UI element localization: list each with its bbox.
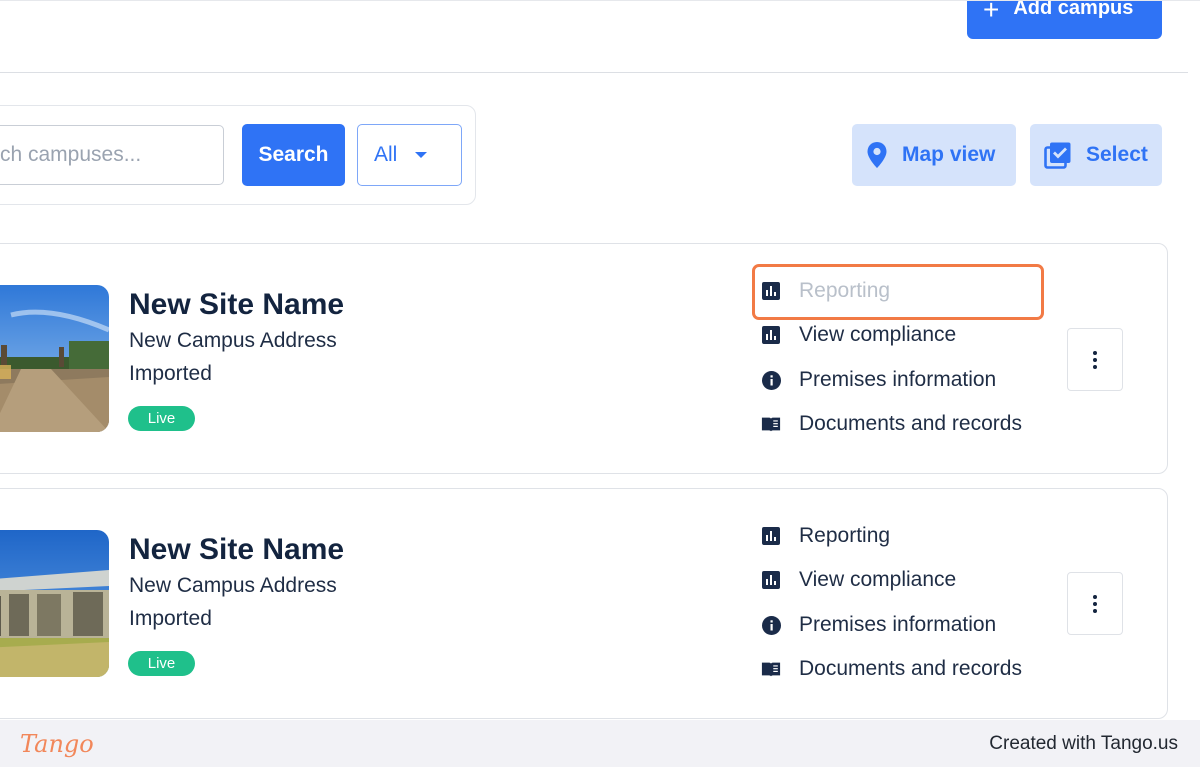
tango-logo: Tango bbox=[20, 729, 94, 758]
app-frame: + Add campus Search All Map view Select bbox=[0, 0, 1200, 720]
bar-chart-icon bbox=[761, 570, 781, 590]
header-divider bbox=[0, 72, 1188, 73]
book-icon bbox=[761, 414, 781, 434]
reporting-link[interactable]: Reporting bbox=[761, 524, 890, 548]
campus-source: Imported bbox=[129, 607, 212, 630]
view-compliance-link[interactable]: View compliance bbox=[761, 323, 956, 347]
info-icon bbox=[761, 370, 781, 390]
kebab-dot bbox=[1093, 364, 1097, 369]
site-name[interactable]: New Site Name bbox=[129, 533, 344, 567]
tango-footer: Tango Created with Tango.us bbox=[0, 720, 1200, 767]
more-options-button[interactable] bbox=[1067, 328, 1123, 391]
checkbox-multiple-icon bbox=[1044, 142, 1071, 169]
bar-chart-icon bbox=[761, 281, 781, 301]
plus-icon: + bbox=[983, 0, 1000, 25]
kebab-dot bbox=[1093, 357, 1097, 362]
bar-chart-icon bbox=[761, 325, 781, 345]
documents-records-label: Documents and records bbox=[799, 412, 1022, 435]
documents-records-link[interactable]: Documents and records bbox=[761, 657, 1022, 681]
footer-credit: Created with Tango.us bbox=[989, 732, 1178, 754]
campus-source: Imported bbox=[129, 362, 212, 385]
reporting-label: Reporting bbox=[799, 524, 891, 547]
search-input[interactable] bbox=[0, 125, 224, 185]
info-icon bbox=[761, 615, 781, 635]
caret-down-icon bbox=[415, 152, 428, 158]
documents-records-label: Documents and records bbox=[799, 657, 1022, 680]
premises-information-link[interactable]: Premises information bbox=[761, 368, 996, 392]
kebab-dot bbox=[1093, 350, 1097, 355]
premises-information-label: Premises information bbox=[799, 368, 997, 391]
site-name[interactable]: New Site Name bbox=[129, 288, 344, 322]
documents-records-link[interactable]: Documents and records bbox=[761, 412, 1022, 436]
reporting-link[interactable]: Reporting bbox=[761, 279, 890, 303]
view-compliance-link[interactable]: View compliance bbox=[761, 568, 956, 592]
map-pin-icon bbox=[867, 142, 887, 168]
book-icon bbox=[761, 659, 781, 679]
campus-photo bbox=[0, 285, 109, 432]
search-button[interactable]: Search bbox=[242, 124, 345, 186]
campus-address: New Campus Address bbox=[129, 574, 337, 597]
premises-information-label: Premises information bbox=[799, 613, 997, 636]
status-badge: Live bbox=[128, 406, 195, 431]
campus-photo bbox=[0, 530, 109, 677]
add-campus-label: Add campus bbox=[1013, 0, 1134, 19]
kebab-dot bbox=[1093, 594, 1097, 599]
campus-card[interactable]: New Site Name New Campus Address Importe… bbox=[0, 488, 1168, 719]
view-compliance-label: View compliance bbox=[799, 323, 957, 346]
filter-dropdown[interactable]: All bbox=[357, 124, 462, 186]
bar-chart-icon bbox=[761, 526, 781, 546]
map-view-label: Map view bbox=[902, 143, 996, 166]
select-button[interactable]: Select bbox=[1030, 124, 1162, 186]
more-options-button[interactable] bbox=[1067, 572, 1123, 635]
premises-information-link[interactable]: Premises information bbox=[761, 613, 996, 637]
select-label: Select bbox=[1086, 143, 1148, 166]
campus-card[interactable]: New Site Name New Campus Address Importe… bbox=[0, 243, 1168, 474]
reporting-label: Reporting bbox=[799, 279, 891, 302]
status-badge: Live bbox=[128, 651, 195, 676]
filter-value: All bbox=[374, 143, 398, 166]
kebab-dot bbox=[1093, 601, 1097, 606]
add-campus-button[interactable]: + Add campus bbox=[967, 0, 1162, 39]
campus-address: New Campus Address bbox=[129, 329, 337, 352]
map-view-button[interactable]: Map view bbox=[852, 124, 1016, 186]
view-compliance-label: View compliance bbox=[799, 568, 957, 591]
kebab-dot bbox=[1093, 608, 1097, 613]
